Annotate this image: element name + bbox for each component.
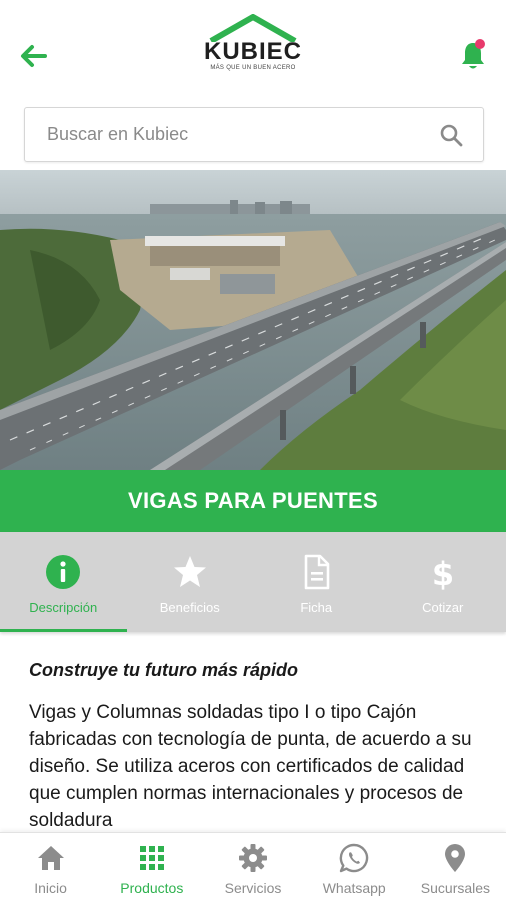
gear-icon xyxy=(239,844,267,872)
description-heading: Construye tu futuro más rápido xyxy=(29,660,299,680)
svg-text:$: $ xyxy=(432,555,454,590)
nav-servicios[interactable]: Servicios xyxy=(202,833,303,900)
star-icon xyxy=(173,556,206,587)
description-body: Vigas y Columnas soldadas tipo I o tipo … xyxy=(29,702,472,831)
tab-cotizar[interactable]: $ Cotizar xyxy=(380,532,506,632)
search-icon[interactable] xyxy=(439,123,463,147)
brand-name: KUBIEC xyxy=(203,38,302,65)
nav-whatsapp[interactable]: Whatsapp xyxy=(304,833,405,900)
tab-label: Cotizar xyxy=(422,600,464,615)
tab-label: Beneficios xyxy=(159,600,220,615)
home-icon xyxy=(37,846,64,870)
nav-inicio[interactable]: Inicio xyxy=(0,833,101,900)
bottom-navigation: Inicio Productos Servicios Whatsapp Sucu… xyxy=(0,832,506,900)
nav-label: Sucursales xyxy=(420,880,491,896)
location-pin-icon xyxy=(445,844,466,872)
search-bar xyxy=(24,107,484,162)
back-button[interactable] xyxy=(18,40,50,72)
document-icon xyxy=(304,554,330,590)
tab-label: Ficha xyxy=(300,600,333,615)
nav-sucursales[interactable]: Sucursales xyxy=(405,833,506,900)
nav-label: Inicio xyxy=(34,880,67,896)
brand-logo[interactable]: KUBIEC MÁS QUE UN BUEN ACERO xyxy=(198,14,308,84)
nav-label: Servicios xyxy=(224,880,282,896)
description-panel: Construye tu futuro más rápido Vigas y C… xyxy=(29,660,489,834)
grid-icon xyxy=(139,846,164,870)
bell-icon xyxy=(462,39,485,69)
app-header: KUBIEC MÁS QUE UN BUEN ACERO xyxy=(0,0,506,100)
product-tabs: Descripción Beneficios Ficha $ Cotizar xyxy=(0,532,506,632)
tab-label: Descripción xyxy=(29,600,98,615)
product-title-bar: VIGAS PARA PUENTES xyxy=(0,470,506,532)
product-title: VIGAS PARA PUENTES xyxy=(128,488,378,513)
nav-label: Whatsapp xyxy=(322,880,386,896)
tab-beneficios[interactable]: Beneficios xyxy=(127,532,254,632)
product-hero-image xyxy=(0,170,506,470)
tab-ficha[interactable]: Ficha xyxy=(253,532,380,632)
brand-tagline: MÁS QUE UN BUEN ACERO xyxy=(210,65,296,71)
search-input[interactable] xyxy=(47,108,427,161)
dollar-icon: $ xyxy=(432,555,454,590)
notification-button[interactable] xyxy=(458,38,488,72)
info-icon xyxy=(46,555,81,589)
tab-descripcion[interactable]: Descripción xyxy=(0,532,127,632)
whatsapp-icon xyxy=(339,843,369,873)
arrow-left-icon xyxy=(21,45,47,67)
nav-label: Productos xyxy=(120,880,184,896)
nav-productos[interactable]: Productos xyxy=(101,833,202,900)
active-tab-indicator xyxy=(0,629,127,632)
